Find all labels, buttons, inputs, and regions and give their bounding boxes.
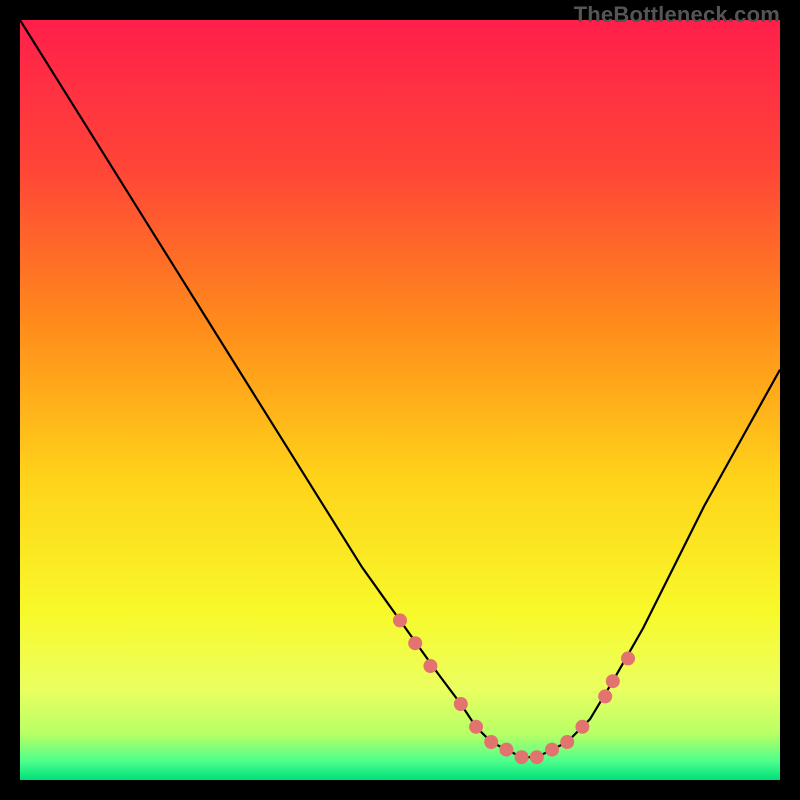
marker-point xyxy=(530,750,544,764)
marker-point xyxy=(515,750,529,764)
marker-point xyxy=(469,720,483,734)
gradient-background xyxy=(20,20,780,780)
marker-point xyxy=(606,674,620,688)
marker-point xyxy=(408,636,422,650)
marker-point xyxy=(545,743,559,757)
marker-point xyxy=(423,659,437,673)
marker-point xyxy=(598,689,612,703)
marker-point xyxy=(499,743,513,757)
marker-point xyxy=(621,651,635,665)
marker-point xyxy=(560,735,574,749)
marker-point xyxy=(575,720,589,734)
bottleneck-chart xyxy=(20,20,780,780)
attribution-text: TheBottleneck.com xyxy=(574,2,780,28)
marker-point xyxy=(484,735,498,749)
marker-point xyxy=(454,697,468,711)
marker-point xyxy=(393,613,407,627)
